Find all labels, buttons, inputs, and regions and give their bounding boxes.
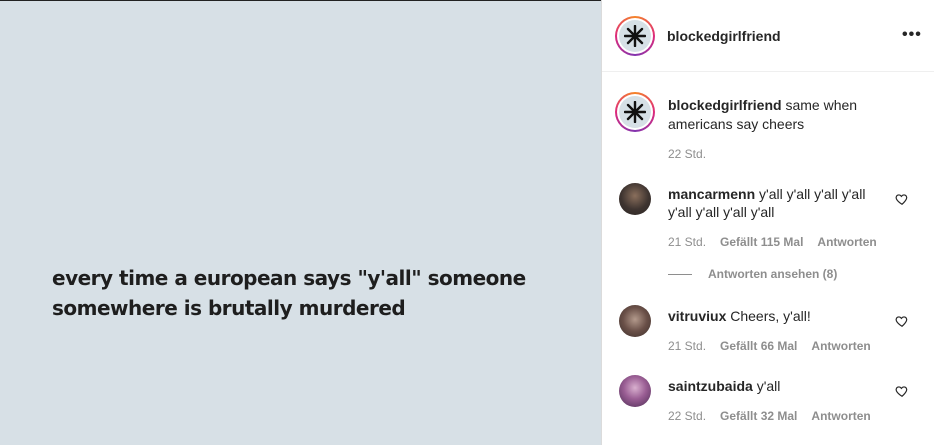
- comment-meta: 21 Std. Gefällt 66 Mal Antworten: [668, 339, 871, 353]
- commenter-avatar[interactable]: [619, 375, 651, 407]
- comment-likes[interactable]: Gefällt 115 Mal: [720, 235, 803, 249]
- view-replies-label: Antworten ansehen (8): [708, 267, 838, 281]
- caption-time[interactable]: 22 Std.: [668, 147, 706, 161]
- meme-text: every time a european says "y'all" someo…: [52, 266, 526, 320]
- star-logo-icon: [624, 25, 646, 47]
- caption: blockedgirlfriend same when americans sa…: [668, 96, 908, 134]
- header-username[interactable]: blockedgirlfriend: [667, 28, 781, 44]
- top-divider: [0, 0, 601, 1]
- author-avatar[interactable]: [615, 16, 655, 56]
- like-heart-icon[interactable]: [895, 192, 909, 206]
- reply-button[interactable]: Antworten: [811, 339, 870, 353]
- comment-time[interactable]: 21 Std.: [668, 235, 706, 249]
- comment-meta: 21 Std. Gefällt 115 Mal Antworten: [668, 235, 877, 249]
- like-heart-icon[interactable]: [895, 314, 909, 328]
- comment-body: mancarmenn y'all y'all y'all y'all y'all…: [668, 185, 878, 221]
- post-header: blockedgirlfriend •••: [602, 0, 934, 72]
- comment-time[interactable]: 21 Std.: [668, 339, 706, 353]
- comment-likes[interactable]: Gefällt 32 Mal: [720, 409, 797, 423]
- commenter-avatar[interactable]: [619, 183, 651, 215]
- comment-likes[interactable]: Gefällt 66 Mal: [720, 339, 797, 353]
- more-options-button[interactable]: •••: [902, 27, 922, 43]
- like-heart-icon[interactable]: [895, 384, 909, 398]
- post-side-panel: blockedgirlfriend ••• blockedgirlfriend …: [601, 0, 934, 445]
- commenter-avatar[interactable]: [619, 305, 651, 337]
- comment-text: Cheers, y'all!: [730, 308, 811, 324]
- view-replies-button[interactable]: Antworten ansehen (8): [668, 267, 837, 281]
- comment-username[interactable]: saintzubaida: [668, 378, 753, 394]
- comment-time[interactable]: 22 Std.: [668, 409, 706, 423]
- post-image[interactable]: every time a european says "y'all" someo…: [0, 0, 601, 445]
- comment-body: saintzubaida y'all: [668, 377, 878, 395]
- comment-meta: 22 Std. Gefällt 32 Mal Antworten: [668, 409, 871, 423]
- caption-username[interactable]: blockedgirlfriend: [668, 97, 782, 113]
- comment-text: y'all: [756, 378, 781, 394]
- caption-avatar[interactable]: [615, 92, 655, 132]
- comment-username[interactable]: mancarmenn: [668, 186, 755, 202]
- reply-button[interactable]: Antworten: [811, 409, 870, 423]
- reply-button[interactable]: Antworten: [817, 235, 876, 249]
- comment-username[interactable]: vitruviux: [668, 308, 726, 324]
- replies-divider: [668, 274, 692, 276]
- star-logo-icon: [624, 101, 646, 123]
- comment-body: vitruviux Cheers, y'all!: [668, 307, 878, 325]
